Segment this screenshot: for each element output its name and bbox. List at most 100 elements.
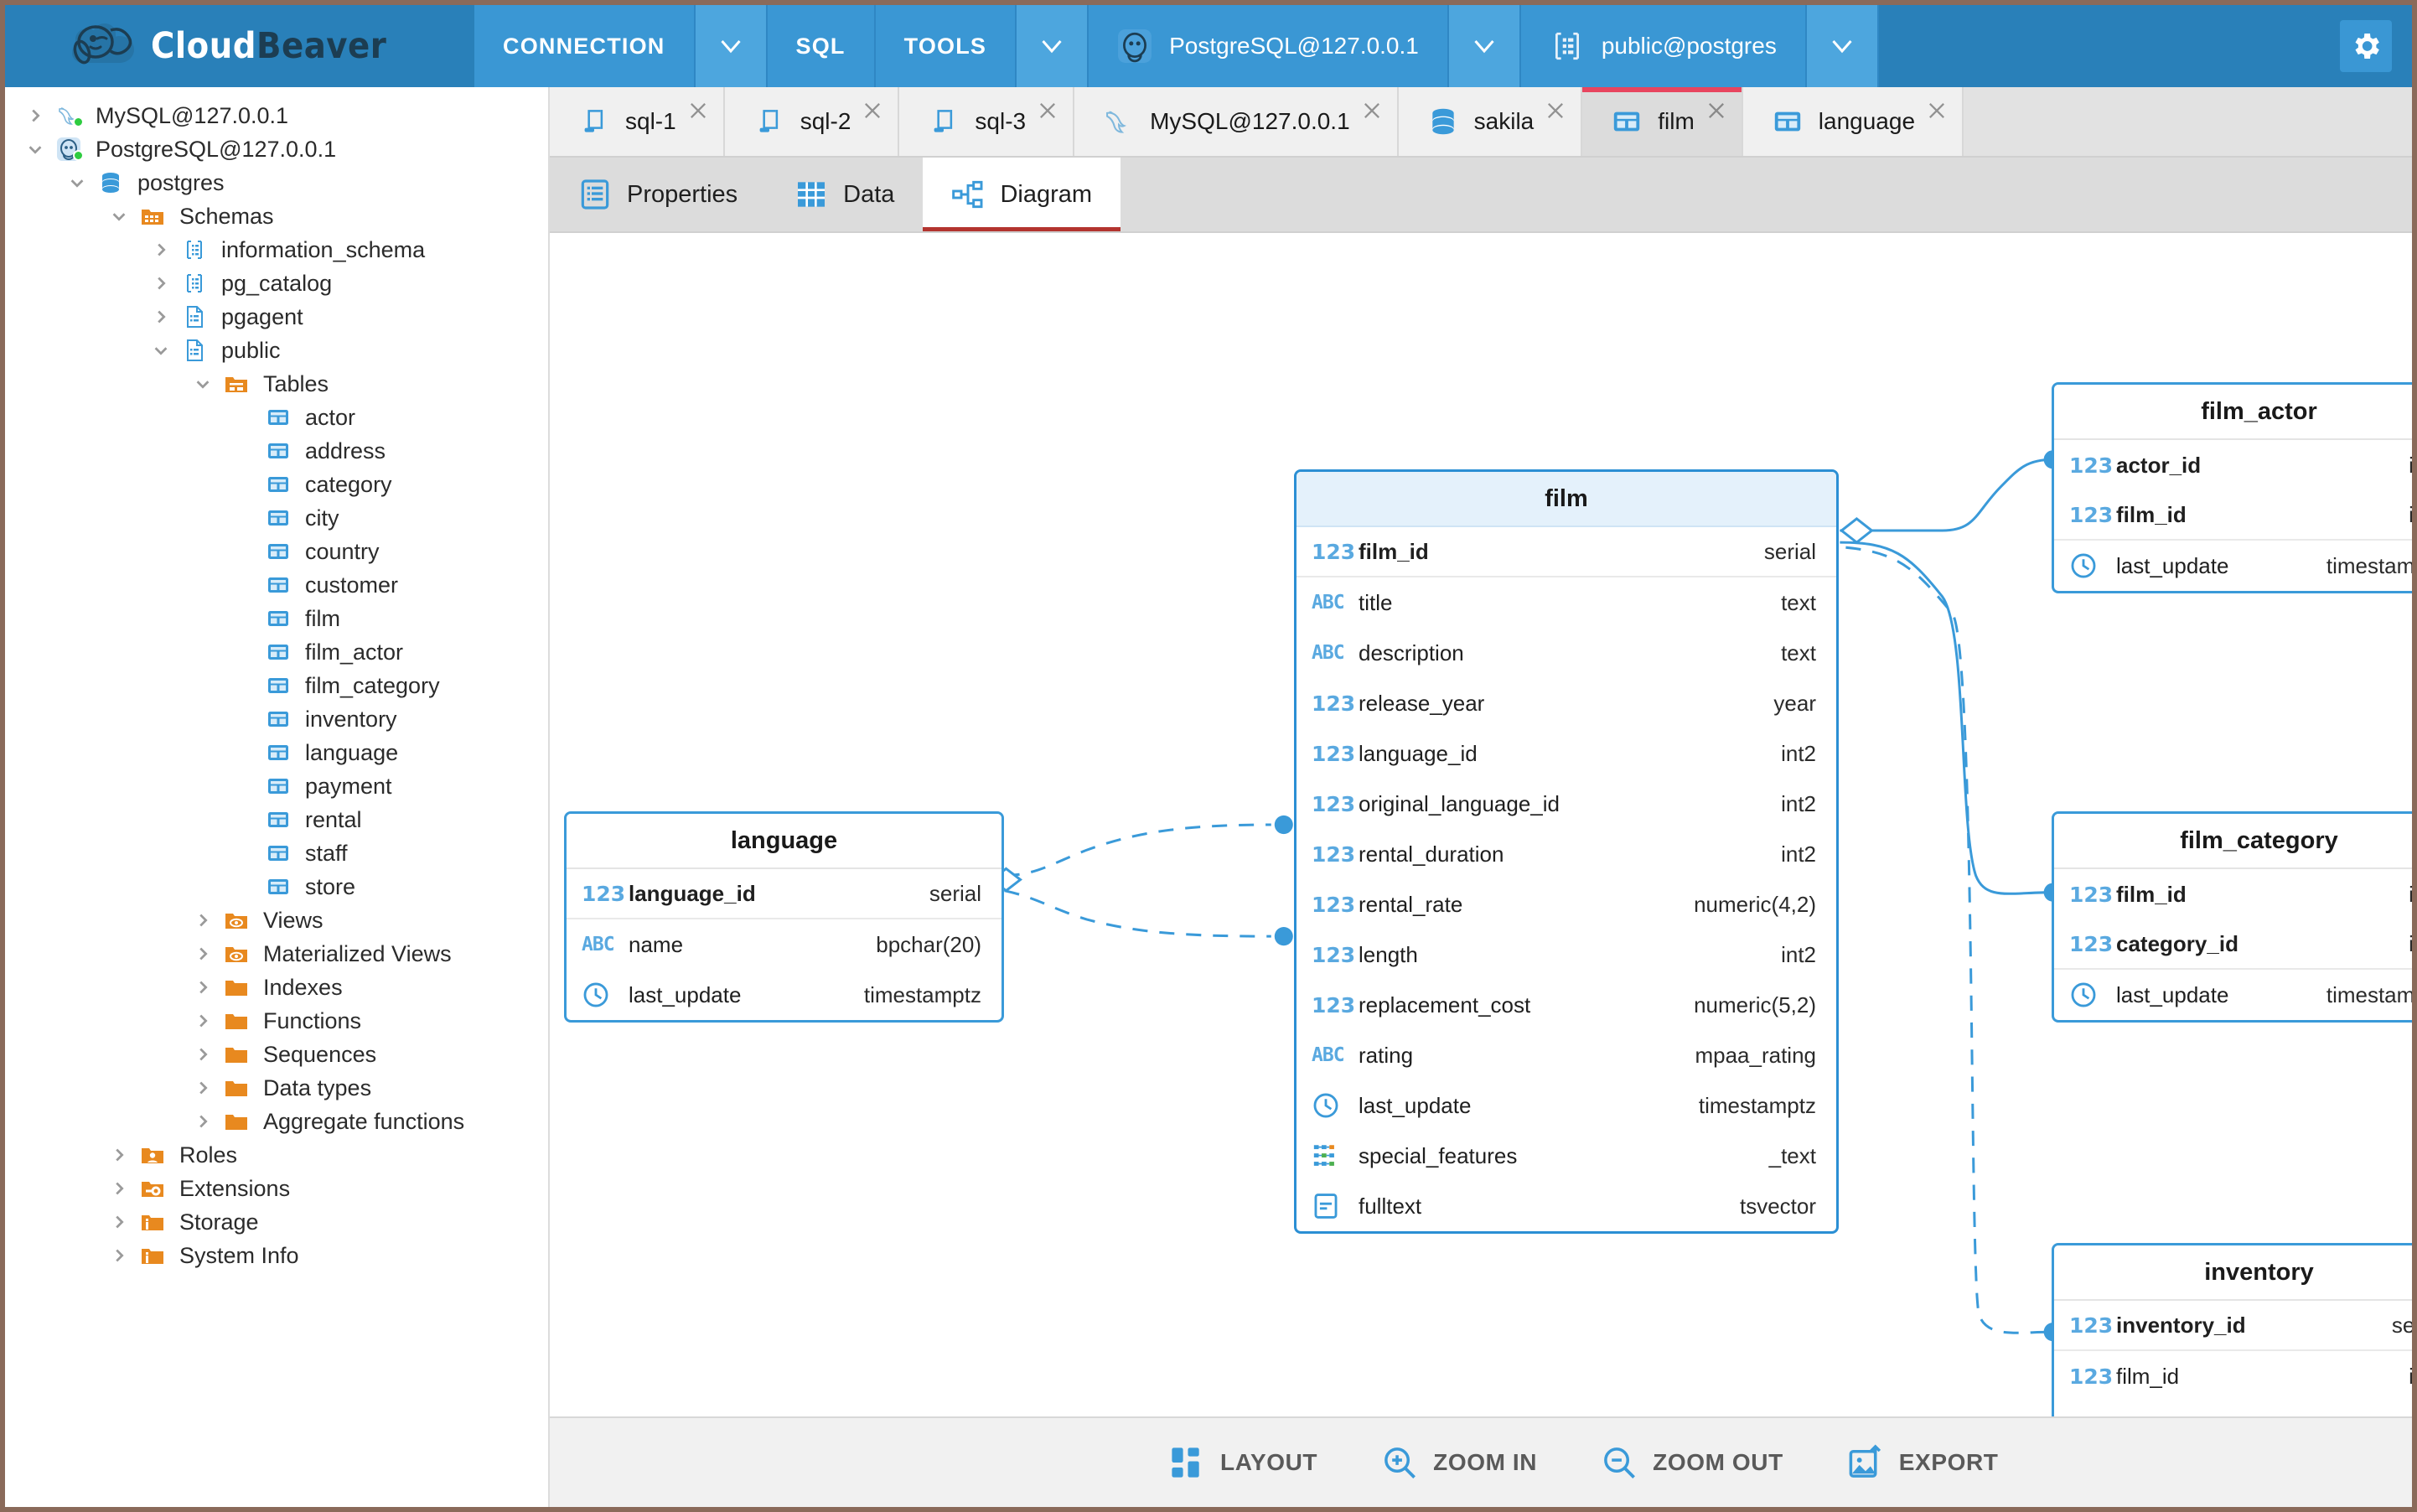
- diagram-layout-button[interactable]: LAYOUT: [1136, 1444, 1349, 1481]
- tree-twisty[interactable]: [144, 308, 178, 326]
- entity-column[interactable]: 123actor_id int2: [2054, 440, 2412, 490]
- settings-button[interactable]: [2320, 5, 2412, 87]
- diagram-toolbar[interactable]: LAYOUT ZOOM IN ZOOM OUT EXPORT: [550, 1416, 2412, 1507]
- tree-twisty[interactable]: [18, 106, 52, 125]
- tree-item-extensions[interactable]: Extensions: [5, 1172, 548, 1205]
- entity-column[interactable]: 123film_id int2: [2054, 1351, 2412, 1401]
- tree-item-postgresql-127-0-0-1[interactable]: PostgreSQL@127.0.0.1: [5, 132, 548, 166]
- menu-tools-dropdown[interactable]: [1017, 5, 1089, 87]
- er-diagram-canvas[interactable]: film_actor123actor_idint2123film_idint2l…: [550, 233, 2412, 1416]
- entity-column[interactable]: 123film_id int2: [2054, 490, 2412, 541]
- tree-twisty[interactable]: [186, 375, 220, 393]
- entity-column[interactable]: last_update timestamptz: [2054, 970, 2412, 1020]
- entity-column[interactable]: ABC rating mpaa_rating: [1296, 1030, 1836, 1080]
- tree-item-address[interactable]: address: [5, 434, 548, 468]
- entity-column[interactable]: last_update timestamptz: [2054, 541, 2412, 591]
- er-entity-film_category[interactable]: film_category123film_idint2123category_i…: [2052, 811, 2412, 1023]
- entity-column[interactable]: 123 replacement_cost numeric(5,2): [1296, 980, 1836, 1030]
- entity-column[interactable]: ABC name bpchar(20): [567, 919, 1001, 970]
- tree-twisty[interactable]: [102, 1246, 136, 1265]
- tree-item-store[interactable]: store: [5, 870, 548, 904]
- tree-item-views[interactable]: Views: [5, 904, 548, 937]
- close-tab-button[interactable]: [1705, 99, 1728, 122]
- close-tab-button[interactable]: [1544, 99, 1567, 122]
- tab-data[interactable]: Data: [766, 158, 923, 231]
- close-tab-button[interactable]: [1036, 99, 1059, 122]
- tree-item-tables[interactable]: Tables: [5, 367, 548, 401]
- tree-twisty[interactable]: [102, 207, 136, 225]
- tree-item-film[interactable]: film: [5, 602, 548, 635]
- connection-dropdown[interactable]: [1448, 5, 1521, 87]
- entity-column[interactable]: 123 rental_duration int2: [1296, 829, 1836, 879]
- tree-item-postgres[interactable]: postgres: [5, 166, 548, 199]
- tree-item-payment[interactable]: payment: [5, 769, 548, 803]
- editor-tab-language[interactable]: language: [1742, 87, 1964, 156]
- tree-item-information-schema[interactable]: information_schema: [5, 233, 548, 267]
- active-schema-selector[interactable]: public@postgres: [1520, 5, 1807, 87]
- tree-item-data-types[interactable]: Data types: [5, 1071, 548, 1105]
- tree-item-materialized-views[interactable]: Materialized Views: [5, 937, 548, 971]
- tree-item-schemas[interactable]: Schemas: [5, 199, 548, 233]
- entity-column[interactable]: ABC description text: [1296, 628, 1836, 678]
- tree-twisty[interactable]: [102, 1213, 136, 1231]
- editor-tab-mysql-127-0-0-1[interactable]: MySQL@127.0.0.1: [1074, 87, 1399, 156]
- diagram-zoom-in-button[interactable]: ZOOM IN: [1349, 1444, 1569, 1481]
- tree-item-mysql-127-0-0-1[interactable]: MySQL@127.0.0.1: [5, 99, 548, 132]
- menu-connection[interactable]: CONNECTION: [474, 5, 696, 87]
- editor-tab-sql-3[interactable]: sql-3: [899, 87, 1075, 156]
- close-tab-button[interactable]: [1360, 99, 1384, 122]
- er-entity-film_actor[interactable]: film_actor123actor_idint2123film_idint2l…: [2052, 382, 2412, 593]
- entity-column[interactable]: 123 release_year year: [1296, 678, 1836, 728]
- tree-item-language[interactable]: language: [5, 736, 548, 769]
- entity-column[interactable]: last_update timestamptz: [1296, 1080, 1836, 1131]
- er-entity-film[interactable]: film 123 film_id serial ABC title text ABC descr…: [1294, 469, 1839, 1234]
- tree-item-country[interactable]: country: [5, 535, 548, 568]
- tree-item-indexes[interactable]: Indexes: [5, 971, 548, 1004]
- editor-tab-bar[interactable]: sql-1 sql-2 sql-3 MySQL@127.0.0.1 sakila film…: [550, 87, 2412, 158]
- entity-column[interactable]: last_update timestamptz: [567, 970, 1001, 1020]
- entity-column[interactable]: 123 rental_rate numeric(4,2): [1296, 879, 1836, 929]
- diagram-zoom-out-button[interactable]: ZOOM OUT: [1569, 1444, 1815, 1481]
- er-entity-inventory[interactable]: inventory123inventory_idserial123film_id…: [2052, 1243, 2412, 1416]
- tree-item-category[interactable]: category: [5, 468, 548, 501]
- tree-twisty[interactable]: [18, 140, 52, 158]
- er-entity-language[interactable]: language 123 language_id serial ABC name bpcha…: [564, 811, 1004, 1023]
- schema-dropdown[interactable]: [1806, 5, 1879, 87]
- tree-item-staff[interactable]: staff: [5, 836, 548, 870]
- tree-twisty[interactable]: [186, 1079, 220, 1097]
- tree-twisty[interactable]: [186, 1012, 220, 1030]
- tree-item-storage[interactable]: Storage: [5, 1205, 548, 1239]
- entity-column[interactable]: fulltext tsvector: [1296, 1181, 1836, 1231]
- editor-tab-sql-1[interactable]: sql-1: [550, 87, 725, 156]
- tree-twisty[interactable]: [186, 1112, 220, 1131]
- editor-tab-sakila[interactable]: sakila: [1398, 87, 1583, 156]
- entity-column[interactable]: ABC title text: [1296, 577, 1836, 628]
- tree-twisty[interactable]: [186, 978, 220, 997]
- entity-column[interactable]: 123store_idint2: [2054, 1401, 2412, 1417]
- tree-twisty[interactable]: [186, 945, 220, 963]
- entity-column[interactable]: 123 language_id int2: [1296, 728, 1836, 779]
- entity-column[interactable]: 123 language_id serial: [567, 869, 1001, 919]
- entity-column[interactable]: special_features _text: [1296, 1131, 1836, 1181]
- close-tab-button[interactable]: [861, 99, 884, 122]
- menu-tools[interactable]: TOOLS: [875, 5, 1017, 87]
- close-tab-button[interactable]: [1925, 99, 1949, 122]
- entity-column[interactable]: 123category_id int2: [2054, 919, 2412, 970]
- menu-sql[interactable]: SQL: [767, 5, 876, 87]
- tree-item-film-actor[interactable]: film_actor: [5, 635, 548, 669]
- close-tab-button[interactable]: [686, 99, 710, 122]
- tree-item-film-category[interactable]: film_category: [5, 669, 548, 702]
- tree-item-sequences[interactable]: Sequences: [5, 1038, 548, 1071]
- editor-tab-film[interactable]: film: [1582, 87, 1743, 156]
- tree-twisty[interactable]: [144, 341, 178, 360]
- tree-twisty[interactable]: [144, 274, 178, 293]
- entity-column[interactable]: 123 original_language_id int2: [1296, 779, 1836, 829]
- tree-item-pgagent[interactable]: pgagent: [5, 300, 548, 334]
- tab-diagram[interactable]: Diagram: [923, 158, 1121, 231]
- tree-item-roles[interactable]: Roles: [5, 1138, 548, 1172]
- diagram-export-button[interactable]: EXPORT: [1815, 1444, 2031, 1481]
- tab-properties[interactable]: Properties: [550, 158, 766, 231]
- tree-item-actor[interactable]: actor: [5, 401, 548, 434]
- entity-column[interactable]: 123film_id int2: [2054, 869, 2412, 919]
- tree-item-pg-catalog[interactable]: pg_catalog: [5, 267, 548, 300]
